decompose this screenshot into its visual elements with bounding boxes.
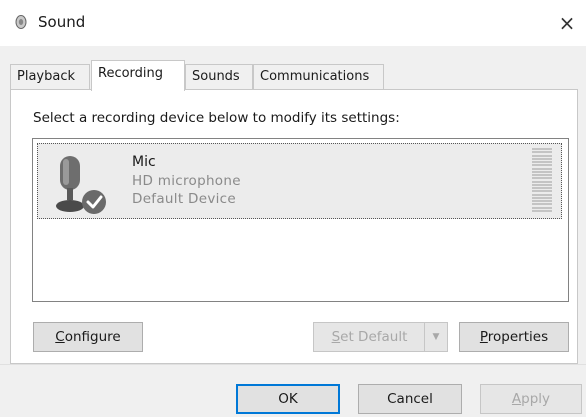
ok-button[interactable]: OK xyxy=(236,384,340,414)
chevron-down-icon[interactable]: ▼ xyxy=(424,323,447,351)
device-description: HD microphone xyxy=(132,173,241,189)
device-status: Default Device xyxy=(132,191,236,207)
microphone-icon xyxy=(56,156,106,214)
tab-communications[interactable]: Communications xyxy=(253,64,384,89)
title-bar: Sound × xyxy=(0,0,586,46)
level-meter xyxy=(532,148,552,212)
footer-separator xyxy=(0,364,586,365)
cancel-button[interactable]: Cancel xyxy=(358,384,462,414)
properties-button[interactable]: Properties xyxy=(459,322,569,352)
tab-sounds[interactable]: Sounds xyxy=(185,64,253,89)
configure-button[interactable]: Configure xyxy=(33,322,143,352)
device-name: Mic xyxy=(132,154,156,170)
tab-strip: Playback Recording Sounds Communications xyxy=(10,60,580,91)
recording-panel: Select a recording device below to modif… xyxy=(10,89,578,364)
apply-button[interactable]: Apply xyxy=(480,384,582,414)
tab-playback[interactable]: Playback xyxy=(10,64,90,89)
tab-recording[interactable]: Recording xyxy=(91,60,185,91)
instructions-text: Select a recording device below to modif… xyxy=(33,110,400,126)
close-button[interactable]: × xyxy=(552,8,582,38)
device-item-mic[interactable]: Mic HD microphone Default Device xyxy=(37,143,562,219)
device-list[interactable]: Mic HD microphone Default Device xyxy=(32,138,569,302)
speaker-icon xyxy=(15,15,27,29)
set-default-button[interactable]: Set Default ▼ xyxy=(313,322,448,352)
window-title: Sound xyxy=(38,13,86,31)
checkmark-icon xyxy=(82,190,106,214)
